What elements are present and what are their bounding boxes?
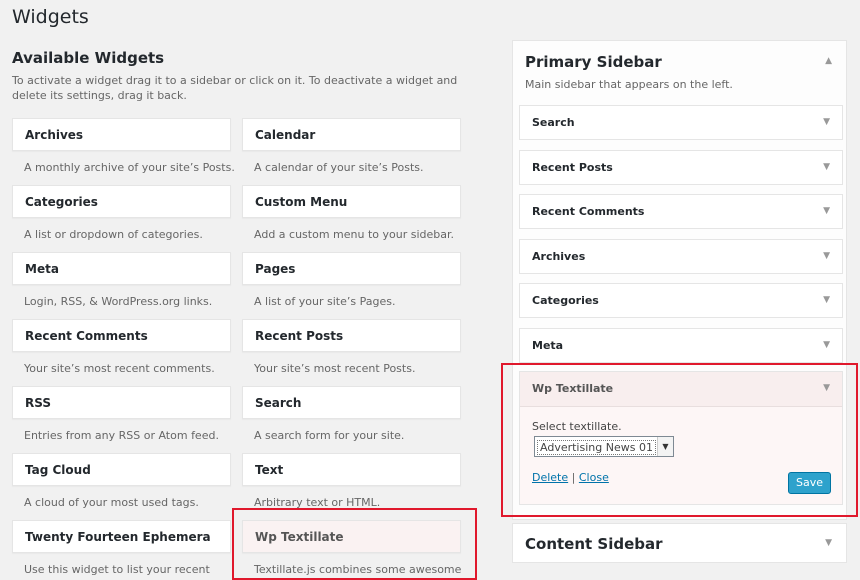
widget-card[interactable]: Recent Posts (242, 319, 461, 352)
primary-sidebar-description: Main sidebar that appears on the left. (525, 78, 733, 91)
sidebar-widget-item[interactable]: Search ▼ (519, 105, 843, 140)
widget-card[interactable]: Pages (242, 252, 461, 285)
widget-card[interactable]: Categories (12, 185, 231, 218)
content-sidebar-title: Content Sidebar (525, 535, 663, 553)
widget-card-title: Categories (25, 195, 98, 209)
widget-card-description: A calendar of your site’s Posts. (254, 161, 424, 174)
widget-card-title: Archives (25, 128, 84, 142)
widget-card[interactable]: Twenty Fourteen Ephemera (12, 520, 231, 553)
widget-card[interactable]: Meta (12, 252, 231, 285)
highlight-frame-available (232, 508, 477, 580)
widget-card-description: Add a custom menu to your sidebar. (254, 228, 454, 241)
widget-card-description: A search form for your site. (254, 429, 405, 442)
widget-card[interactable]: Tag Cloud (12, 453, 231, 486)
widget-card[interactable]: Custom Menu (242, 185, 461, 218)
sidebar-widget-title: Recent Posts (532, 160, 613, 174)
widget-card-description: Entries from any RSS or Atom feed. (24, 429, 219, 442)
widget-card-title: Calendar (255, 128, 316, 142)
highlight-frame-sidebar (501, 363, 858, 517)
sidebar-widget-item[interactable]: Archives ▼ (519, 238, 843, 274)
widget-card[interactable]: Text (242, 453, 461, 486)
widget-card[interactable]: Calendar (242, 118, 461, 151)
collapse-arrow-icon[interactable]: ▲ (825, 56, 832, 66)
sidebar-widget-title: Recent Comments (532, 205, 645, 218)
widget-card-title: Twenty Fourteen Ephemera (25, 530, 211, 544)
sidebar-widget-item[interactable]: Categories ▼ (519, 283, 843, 318)
primary-sidebar-title: Primary Sidebar (525, 53, 662, 71)
widget-card-description: Your site’s most recent Posts. (254, 362, 416, 375)
expand-arrow-icon[interactable]: ▼ (823, 295, 830, 305)
widget-card-description: A list or dropdown of categories. (24, 228, 203, 241)
widget-card[interactable]: Archives (12, 118, 231, 151)
expand-arrow-icon[interactable]: ▼ (825, 538, 832, 548)
sidebar-widget-item[interactable]: Meta ▼ (519, 327, 843, 363)
expand-arrow-icon[interactable]: ▼ (823, 206, 830, 216)
available-widgets-description: To activate a widget drag it to a sideba… (12, 74, 458, 102)
widget-card-title: Text (255, 463, 284, 477)
widget-card-title: RSS (25, 396, 51, 410)
widget-card-description: Login, RSS, & WordPress.org links. (24, 295, 213, 308)
sidebar-widget-title: Categories (532, 294, 599, 307)
sidebar-widget-title: Archives (532, 249, 586, 263)
widget-card-description: A list of your site’s Pages. (254, 295, 396, 308)
widget-card-description: Your site’s most recent comments. (24, 362, 215, 375)
widget-card-title: Tag Cloud (25, 463, 91, 477)
page-title: Widgets (12, 6, 89, 28)
expand-arrow-icon[interactable]: ▼ (823, 117, 830, 127)
widget-card-description: Use this widget to list your recent (24, 563, 210, 576)
sidebar-widget-title: Meta (532, 338, 564, 352)
widget-card[interactable]: Recent Comments (12, 319, 231, 352)
expand-arrow-icon[interactable]: ▼ (823, 162, 830, 172)
widget-card-description: A cloud of your most used tags. (24, 496, 199, 509)
expand-arrow-icon[interactable]: ▼ (823, 251, 830, 261)
expand-arrow-icon[interactable]: ▼ (823, 340, 830, 350)
widget-card-title: Search (255, 396, 302, 410)
widget-card-title: Pages (255, 262, 296, 276)
widget-card-description: A monthly archive of your site’s Posts. (24, 161, 235, 174)
sidebar-widget-item[interactable]: Recent Comments ▼ (519, 194, 843, 229)
widget-card-title: Custom Menu (255, 195, 348, 209)
available-widgets-title: Available Widgets (12, 49, 165, 67)
widget-card[interactable]: Search (242, 386, 461, 419)
widget-card-title: Meta (25, 262, 59, 276)
widget-card[interactable]: RSS (12, 386, 231, 419)
content-sidebar[interactable]: Content Sidebar ▼ (512, 523, 847, 563)
widget-card-title: Recent Posts (255, 329, 344, 343)
sidebar-widget-item[interactable]: Recent Posts ▼ (519, 149, 843, 185)
widget-card-title: Recent Comments (25, 329, 148, 343)
sidebar-widget-title: Search (532, 116, 575, 129)
